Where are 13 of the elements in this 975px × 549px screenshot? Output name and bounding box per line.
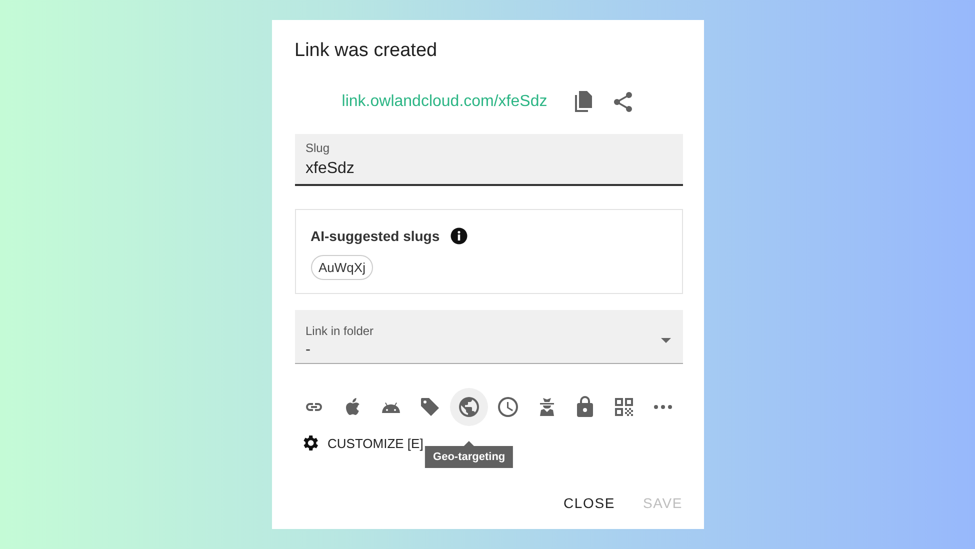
close-button[interactable]: CLOSE	[564, 491, 615, 515]
slug-field[interactable]: Slug xfeSdz	[294, 134, 682, 186]
slug-input[interactable]: xfeSdz	[306, 160, 672, 178]
field-label: Slug	[306, 141, 331, 155]
customize-button[interactable]: CUSTOMIZE [E]	[294, 433, 424, 453]
dialog-title: Link was created	[294, 39, 438, 63]
tooltip: Geo-targeting	[425, 441, 514, 468]
slug-chip[interactable]: AuWqXj	[310, 255, 374, 280]
caret-icon	[660, 338, 670, 343]
globe-icon[interactable]	[450, 388, 488, 426]
info-icon[interactable]	[450, 227, 468, 245]
folder-select[interactable]: Link in folder -	[294, 310, 682, 364]
suggestions-title: AI-suggested slugs	[310, 228, 440, 244]
